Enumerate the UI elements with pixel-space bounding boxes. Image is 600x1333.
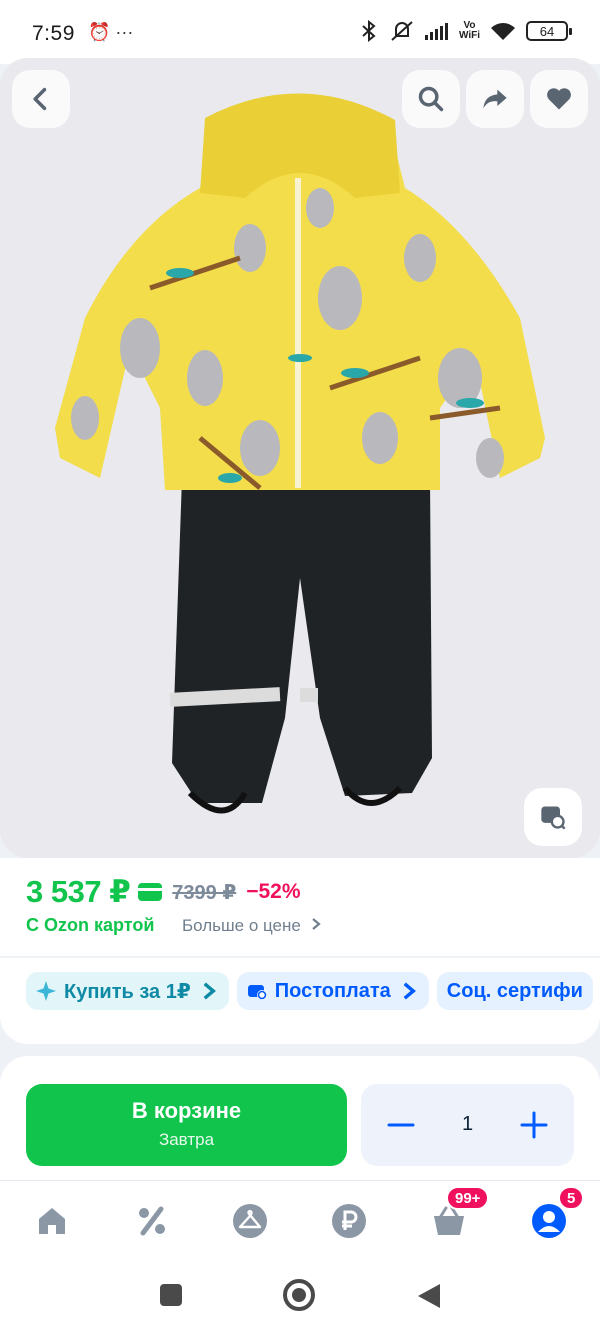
chip-buy-for-1[interactable]: Купить за 1₽ bbox=[26, 972, 229, 1010]
battery-icon: 64 bbox=[526, 21, 572, 41]
sparkle-icon bbox=[36, 981, 56, 1001]
profile-icon bbox=[532, 1204, 566, 1238]
system-navigation-bar bbox=[0, 1260, 600, 1333]
more-about-price-link[interactable]: Больше о цене bbox=[182, 916, 322, 936]
price-row: 3 537 ₽ 7399 ₽ −52% bbox=[26, 874, 301, 910]
price-section: 3 537 ₽ 7399 ₽ −52% С Ozon картой Больше… bbox=[0, 858, 600, 1044]
product-photo bbox=[55, 93, 545, 814]
promo-chips: Купить за 1₽ Постоплата Соц. сертифи bbox=[26, 972, 593, 1010]
ozon-card-icon bbox=[138, 883, 163, 901]
profile-notification-badge: 5 bbox=[558, 1186, 585, 1210]
divider bbox=[0, 956, 600, 958]
ozon-card-label[interactable]: С Ozon картой bbox=[26, 915, 154, 936]
back-button[interactable] bbox=[12, 70, 70, 128]
mute-icon bbox=[391, 21, 413, 41]
chevron-right-icon bbox=[403, 982, 416, 1000]
increase-quantity-button[interactable] bbox=[514, 1105, 554, 1145]
share-button[interactable] bbox=[466, 70, 524, 128]
quantity-stepper: 1 bbox=[361, 1084, 574, 1166]
product-image-gallery[interactable] bbox=[0, 58, 600, 858]
card-clock-icon bbox=[247, 985, 267, 1000]
alarm-icon: ⏰ ··· bbox=[88, 22, 134, 42]
nav-home[interactable] bbox=[30, 1199, 74, 1243]
heart-icon bbox=[547, 88, 571, 110]
in-cart-button[interactable]: В корзине Завтра bbox=[26, 1084, 347, 1166]
back-system-button[interactable] bbox=[418, 1284, 440, 1308]
vowifi-indicator: Vo WiFi bbox=[458, 20, 480, 41]
percent-icon bbox=[139, 1206, 165, 1236]
image-search-icon bbox=[541, 806, 566, 830]
chip-social-certificate[interactable]: Соц. сертифи bbox=[436, 972, 593, 1010]
delivery-date: Завтра bbox=[158, 1130, 215, 1149]
recent-apps-button[interactable] bbox=[160, 1284, 182, 1306]
old-price: 7399 ₽ bbox=[172, 881, 237, 904]
image-search-button[interactable] bbox=[524, 788, 582, 846]
wifi-icon bbox=[491, 23, 515, 40]
bluetooth-icon bbox=[362, 20, 376, 42]
discount-badge: −52% bbox=[246, 880, 301, 903]
favorite-button[interactable] bbox=[530, 70, 588, 128]
signal-icon bbox=[424, 23, 448, 40]
chevron-right-icon bbox=[203, 982, 216, 1000]
nav-finance[interactable] bbox=[327, 1199, 371, 1243]
nav-fashion[interactable] bbox=[228, 1199, 272, 1243]
search-icon bbox=[418, 86, 444, 112]
status-icons: Vo WiFi 64 bbox=[359, 20, 572, 42]
chevron-left-icon bbox=[33, 87, 47, 111]
cart-section: В корзине Завтра 1 bbox=[0, 1056, 600, 1180]
search-button[interactable] bbox=[402, 70, 460, 128]
ruble-icon bbox=[332, 1204, 366, 1238]
chevron-right-icon bbox=[311, 918, 321, 930]
chip-postpay[interactable]: Постоплата bbox=[236, 972, 429, 1010]
bottom-navigation bbox=[0, 1180, 600, 1260]
status-bar: 7:59 ⏰ ··· Vo WiFi 64 bbox=[0, 0, 600, 64]
status-time: 7:59 bbox=[32, 22, 75, 45]
nav-promotions[interactable] bbox=[130, 1199, 174, 1243]
home-button[interactable] bbox=[283, 1279, 315, 1311]
current-price: 3 537 ₽ bbox=[26, 874, 131, 909]
share-arrow-icon bbox=[483, 89, 507, 109]
cart-count-badge: 99+ bbox=[446, 1186, 490, 1210]
cart-button-label: В корзине bbox=[131, 1098, 242, 1123]
hanger-icon bbox=[233, 1204, 267, 1238]
home-icon bbox=[39, 1208, 65, 1234]
plus-icon bbox=[520, 1111, 548, 1139]
